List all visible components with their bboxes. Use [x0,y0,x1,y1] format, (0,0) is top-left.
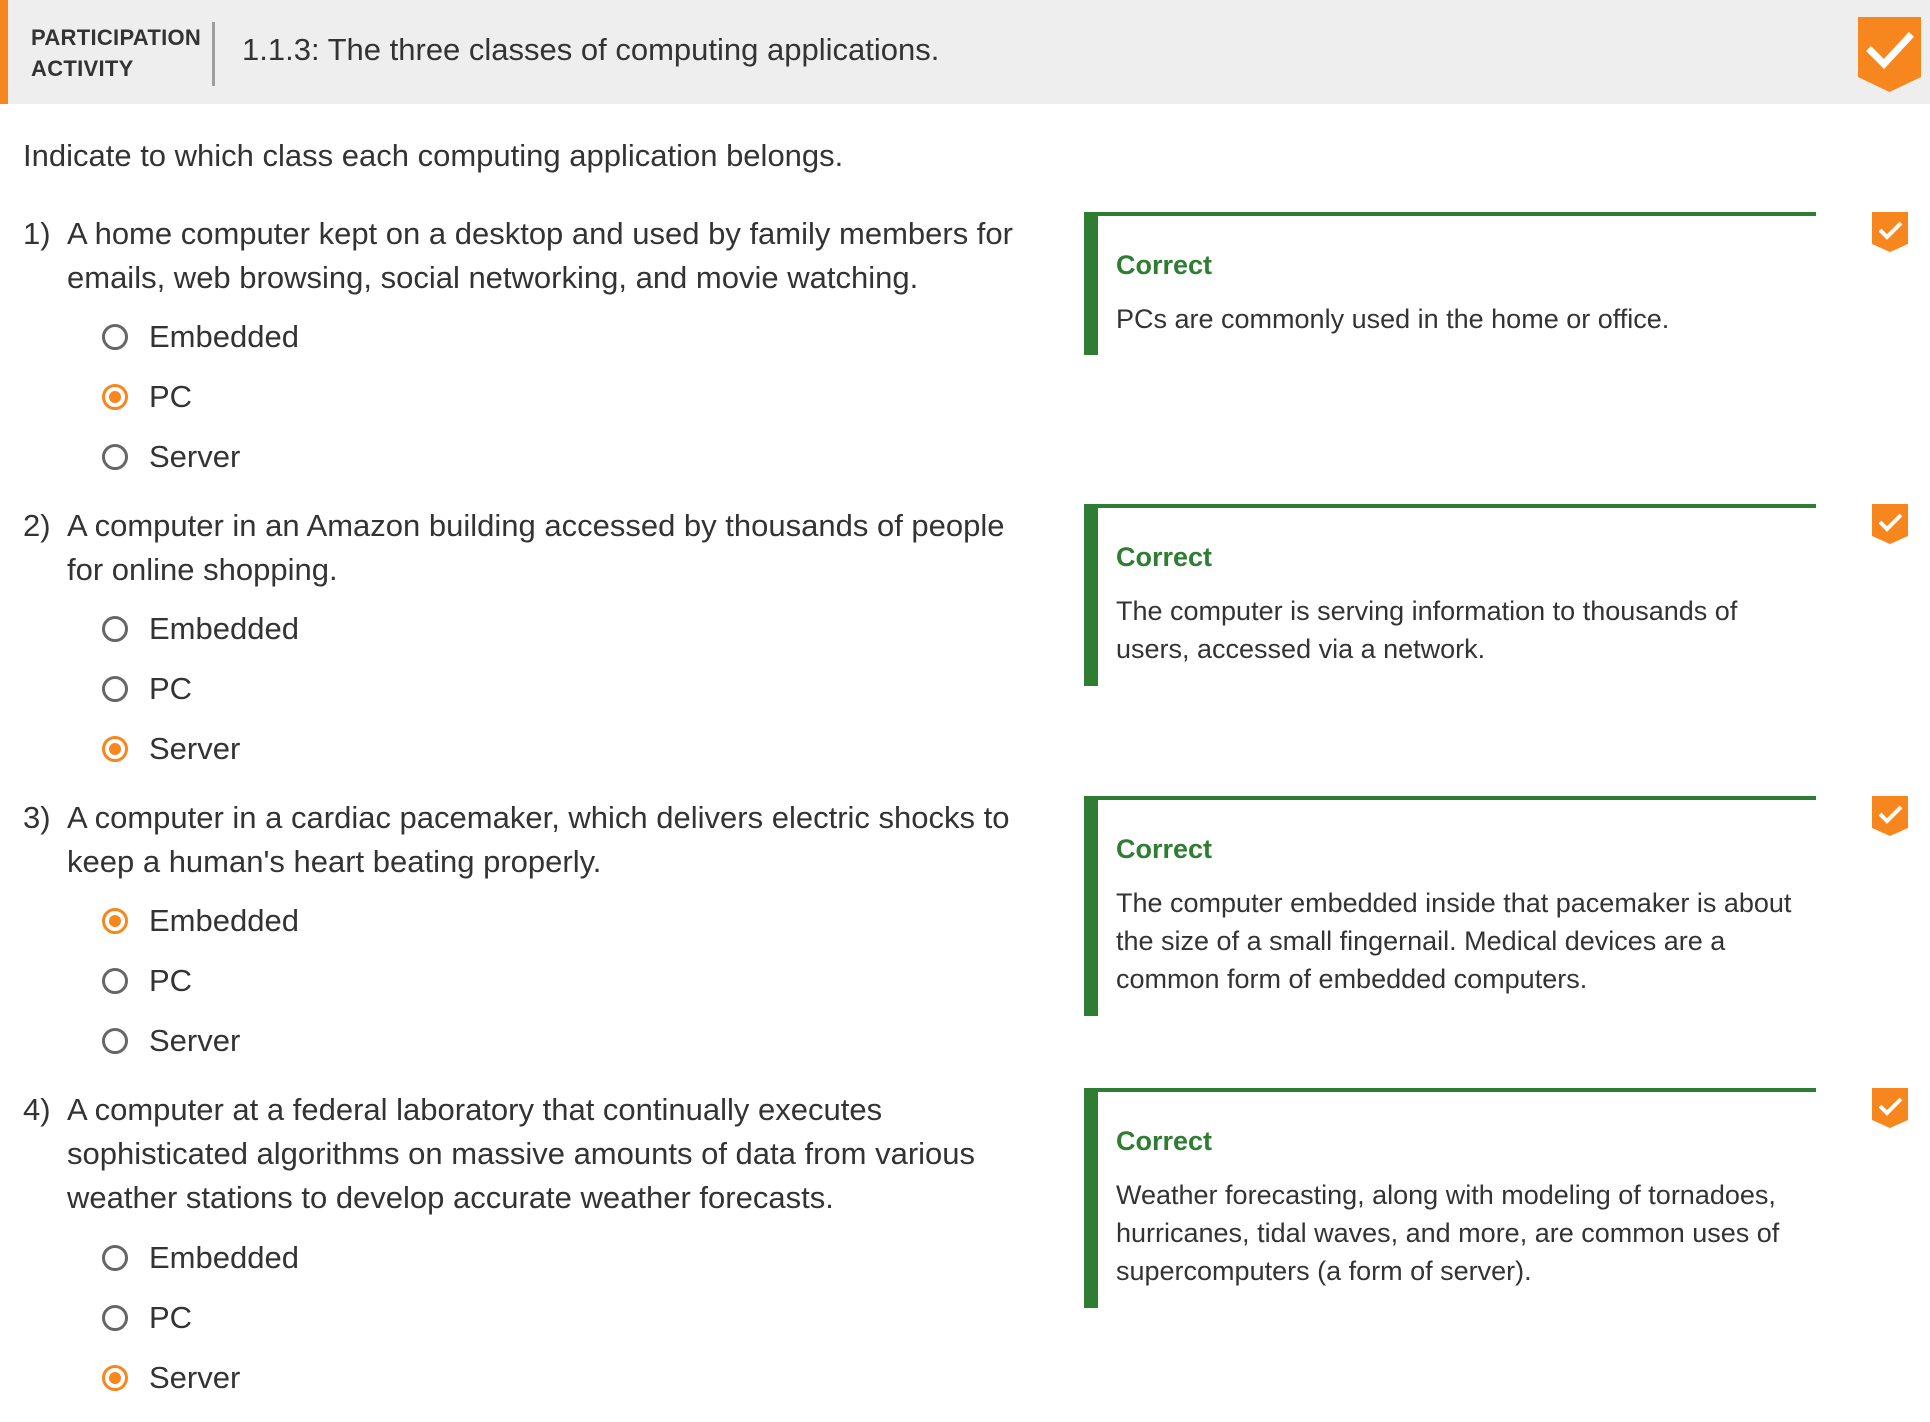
option-label: Embedded [149,611,299,646]
completion-checkmark-icon [1858,17,1921,92]
option-pc[interactable]: PC [102,666,192,712]
feedback-title: Correct [1116,1126,1213,1156]
option-embedded[interactable]: Embedded [102,1235,299,1281]
feedback-title: Correct [1116,834,1213,864]
radio-button-selected[interactable] [102,1365,128,1391]
option-label: Embedded [149,903,299,938]
radio-button[interactable] [102,676,128,702]
option-pc[interactable]: PC [102,958,192,1004]
option-embedded[interactable]: Embedded [102,898,299,944]
question-text: A computer at a federal laboratory that … [67,1092,976,1215]
feedback-box: Correct The computer is serving informat… [1084,504,1816,686]
radio-button[interactable] [102,968,128,994]
radio-button[interactable] [102,444,128,470]
option-embedded[interactable]: Embedded [102,606,299,652]
option-server[interactable]: Server [102,1355,240,1401]
option-label: PC [149,1300,193,1335]
radio-button[interactable] [102,616,128,642]
question-number: 1) [23,216,51,251]
option-label: Server [149,1023,241,1058]
radio-button-selected[interactable] [102,908,128,934]
question-check-icon [1872,504,1908,544]
option-label: PC [149,671,193,706]
activity-type-line1: PARTICIPATION [31,25,202,50]
option-server[interactable]: Server [102,726,240,772]
question-number: 2) [23,508,51,543]
feedback-title: Correct [1116,542,1213,572]
radio-button-selected[interactable] [102,736,128,762]
option-label: PC [149,379,193,414]
question-text: A home computer kept on a desktop and us… [67,216,1013,295]
activity-type-line2: ACTIVITY [31,56,134,81]
question-number: 4) [23,1092,51,1127]
radio-button[interactable] [102,1245,128,1271]
activity-type-label: PARTICIPATION ACTIVITY [31,22,201,84]
radio-button[interactable] [102,324,128,350]
header-accent-bar [0,0,8,104]
question-check-icon [1872,1088,1908,1128]
feedback-text: PCs are commonly used in the home or off… [1116,304,1670,334]
option-pc[interactable]: PC [102,374,192,420]
feedback-box: Correct The computer embedded inside tha… [1084,796,1816,1016]
radio-button[interactable] [102,1028,128,1054]
feedback-box: Correct Weather forecasting, along with … [1084,1088,1816,1308]
question-text: A computer in a cardiac pacemaker, which… [67,800,1010,879]
option-server[interactable]: Server [102,1018,240,1064]
feedback-box: Correct PCs are commonly used in the hom… [1084,212,1816,355]
feedback-text: The computer embedded inside that pacema… [1116,888,1792,994]
option-server[interactable]: Server [102,434,240,480]
radio-button[interactable] [102,1305,128,1331]
feedback-text: The computer is serving information to t… [1116,596,1738,664]
option-label: Embedded [149,1240,299,1275]
question-check-icon [1872,796,1908,836]
question-number: 3) [23,800,51,835]
question-text: A computer in an Amazon building accesse… [67,508,1005,587]
option-label: PC [149,963,193,998]
instructions-text: Indicate to which class each computing a… [23,138,844,173]
feedback-title: Correct [1116,250,1213,280]
option-label: Server [149,1360,241,1395]
radio-button-selected[interactable] [102,384,128,410]
option-pc[interactable]: PC [102,1295,192,1341]
option-label: Embedded [149,319,299,354]
option-label: Server [149,439,241,474]
question-check-icon [1872,212,1908,252]
option-label: Server [149,731,241,766]
activity-title: 1.1.3: The three classes of computing ap… [242,32,940,67]
option-embedded[interactable]: Embedded [102,314,299,360]
feedback-text: Weather forecasting, along with modeling… [1116,1180,1780,1286]
header-divider [212,22,215,86]
activity-header: PARTICIPATION ACTIVITY 1.1.3: The three … [0,0,1930,104]
